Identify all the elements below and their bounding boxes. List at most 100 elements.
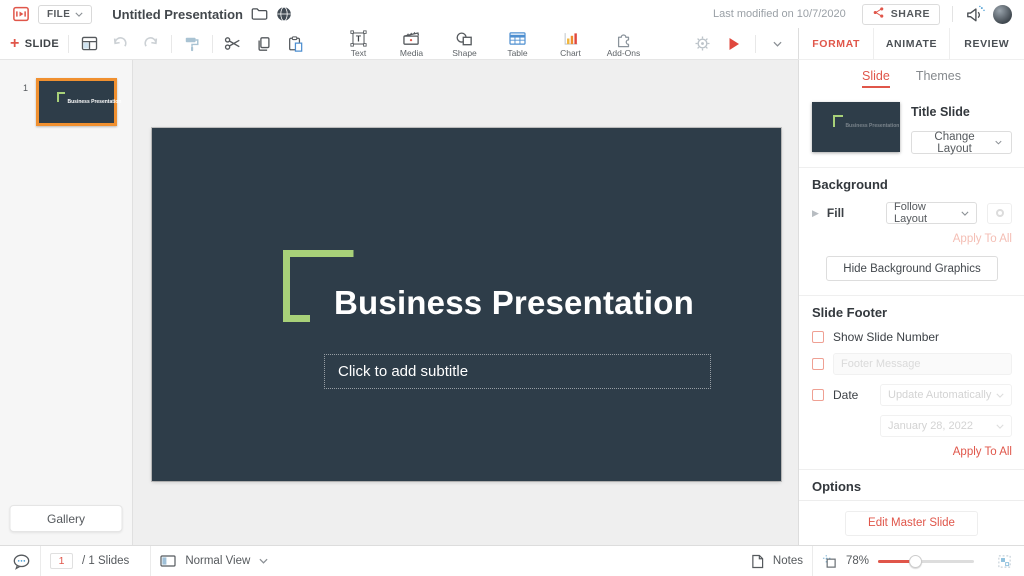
add-slide-button[interactable]: + SLIDE (10, 36, 59, 52)
footer-message-checkbox[interactable] (812, 358, 824, 370)
fit-slide-icon[interactable] (822, 554, 837, 569)
fill-type-select[interactable]: Follow Layout (886, 202, 977, 224)
slideshow-settings-gear-icon[interactable] (691, 33, 713, 55)
copy-icon[interactable] (253, 33, 275, 55)
toolbar-right-group (691, 28, 788, 59)
share-label: SHARE (891, 8, 930, 20)
tab-themes[interactable]: Themes (916, 69, 961, 88)
editor-canvas[interactable]: Business Presentation Click to add subti… (133, 60, 798, 545)
layout-preview-thumbnail[interactable]: Business Presentation (812, 102, 900, 152)
folder-icon[interactable] (251, 7, 268, 21)
slide-thumbnail-image: Business Presentation (39, 81, 114, 123)
addons-tool[interactable]: Add-Ons (601, 30, 646, 58)
tab-animate[interactable]: ANIMATE (873, 28, 948, 59)
slide-thumbnail[interactable]: Business Presentation (36, 78, 117, 126)
table-tool-icon (508, 30, 527, 47)
footer-message-input[interactable] (833, 353, 1012, 375)
shape-tool[interactable]: Shape (442, 30, 487, 58)
toolbar-divider (171, 35, 172, 53)
footer-apply-to-all[interactable]: Apply To All (812, 446, 1012, 458)
layout-row: Business Presentation Title Slide Change… (799, 94, 1024, 168)
green-bracket-shape (833, 115, 843, 127)
zoom-slider[interactable] (878, 555, 974, 568)
format-panel-footer: Edit Master Slide (799, 500, 1024, 545)
file-menu-label: FILE (47, 9, 70, 20)
date-mode-select: Update Automatically (880, 384, 1012, 406)
date-value-select: January 28, 2022 (880, 415, 1012, 437)
shape-tool-icon (455, 30, 474, 47)
toolbar-divider (212, 35, 213, 53)
shape-tool-label: Shape (452, 48, 477, 58)
play-slideshow-button[interactable] (723, 33, 745, 55)
table-tool[interactable]: Table (495, 30, 540, 58)
cut-icon[interactable] (222, 33, 244, 55)
change-layout-button[interactable]: Change Layout (911, 131, 1012, 154)
zoom-level-label: 78% (846, 555, 869, 567)
slides-panel: 1 Business Presentation Gallery (0, 60, 133, 545)
mini-slide-title: Business Presentation (68, 99, 122, 105)
media-tool-label: Media (400, 48, 423, 58)
slide-layout-icon[interactable] (78, 33, 100, 55)
background-section: Background ▶ Fill Follow Layout Apply To… (799, 168, 1024, 296)
footer-message-row (812, 353, 1012, 375)
paste-icon[interactable] (284, 33, 306, 55)
document-title[interactable]: Untitled Presentation (112, 7, 243, 22)
addons-tool-label: Add-Ons (607, 48, 641, 58)
subtitle-placeholder[interactable]: Click to add subtitle (324, 354, 711, 389)
zoom-slider-knob[interactable] (909, 555, 922, 568)
slide-footer-section: Slide Footer Show Slide Number Date Upda… (799, 296, 1024, 470)
toolbar-divider (68, 35, 69, 53)
view-mode-chevron-icon[interactable] (259, 558, 268, 564)
comments-icon[interactable] (12, 553, 31, 570)
tab-slide[interactable]: Slide (862, 69, 890, 88)
fill-label: Fill (827, 206, 881, 220)
tab-format[interactable]: FORMAT (799, 28, 873, 59)
current-slide-input[interactable]: 1 (50, 553, 73, 569)
share-button[interactable]: SHARE (862, 4, 940, 25)
app-logo-icon[interactable] (12, 5, 30, 23)
format-painter-icon[interactable] (181, 33, 203, 55)
tab-review[interactable]: REVIEW (949, 28, 1024, 59)
expand-arrow-icon[interactable]: ▶ (812, 208, 819, 219)
text-tool[interactable]: T Text (336, 30, 381, 58)
globe-icon[interactable] (276, 6, 292, 22)
file-menu-button[interactable]: FILE (38, 5, 92, 24)
format-panel: Slide Themes Business Presentation Title… (798, 60, 1024, 545)
text-tool-icon: T (350, 30, 367, 47)
announcements-icon[interactable] (965, 5, 985, 23)
status-bar: 1 / 1 Slides Normal View Notes 78% (0, 545, 1024, 576)
date-label: Date (833, 388, 858, 402)
gallery-button[interactable]: Gallery (10, 505, 123, 532)
edit-master-slide-button[interactable]: Edit Master Slide (845, 511, 978, 536)
fill-color-swatch[interactable] (987, 203, 1012, 224)
redo-icon[interactable] (140, 33, 162, 55)
notes-icon[interactable] (751, 554, 764, 569)
background-apply-to-all: Apply To All (812, 233, 1012, 245)
date-checkbox[interactable] (812, 389, 824, 401)
add-slide-label: SLIDE (25, 38, 59, 50)
status-divider (40, 546, 41, 576)
notes-toggle[interactable]: Notes (773, 555, 803, 567)
chart-tool[interactable]: Chart (548, 30, 593, 58)
date-value: January 28, 2022 (888, 420, 973, 432)
options-heading: Options (812, 479, 1012, 494)
share-icon (872, 6, 885, 22)
undo-icon[interactable] (109, 33, 131, 55)
slide-editor[interactable]: Business Presentation Click to add subti… (152, 128, 781, 481)
addons-tool-icon (615, 30, 633, 47)
svg-text:T: T (356, 34, 362, 44)
hide-background-graphics-button[interactable]: Hide Background Graphics (826, 256, 998, 281)
user-avatar[interactable] (993, 5, 1012, 24)
media-tool-icon (402, 30, 421, 47)
slide-thumbnail-number: 1 (23, 83, 28, 93)
show-slide-number-label: Show Slide Number (833, 330, 939, 344)
text-tool-label: Text (351, 48, 367, 58)
play-options-chevron-icon[interactable] (766, 33, 788, 55)
total-slides-label: / 1 Slides (82, 555, 129, 567)
change-layout-label: Change Layout (921, 131, 988, 155)
show-slide-number-checkbox[interactable] (812, 331, 824, 343)
view-mode-selector[interactable]: Normal View (185, 555, 250, 567)
slide-title[interactable]: Business Presentation (334, 284, 694, 322)
fit-to-screen-icon[interactable] (997, 554, 1012, 569)
media-tool[interactable]: Media (389, 30, 434, 58)
